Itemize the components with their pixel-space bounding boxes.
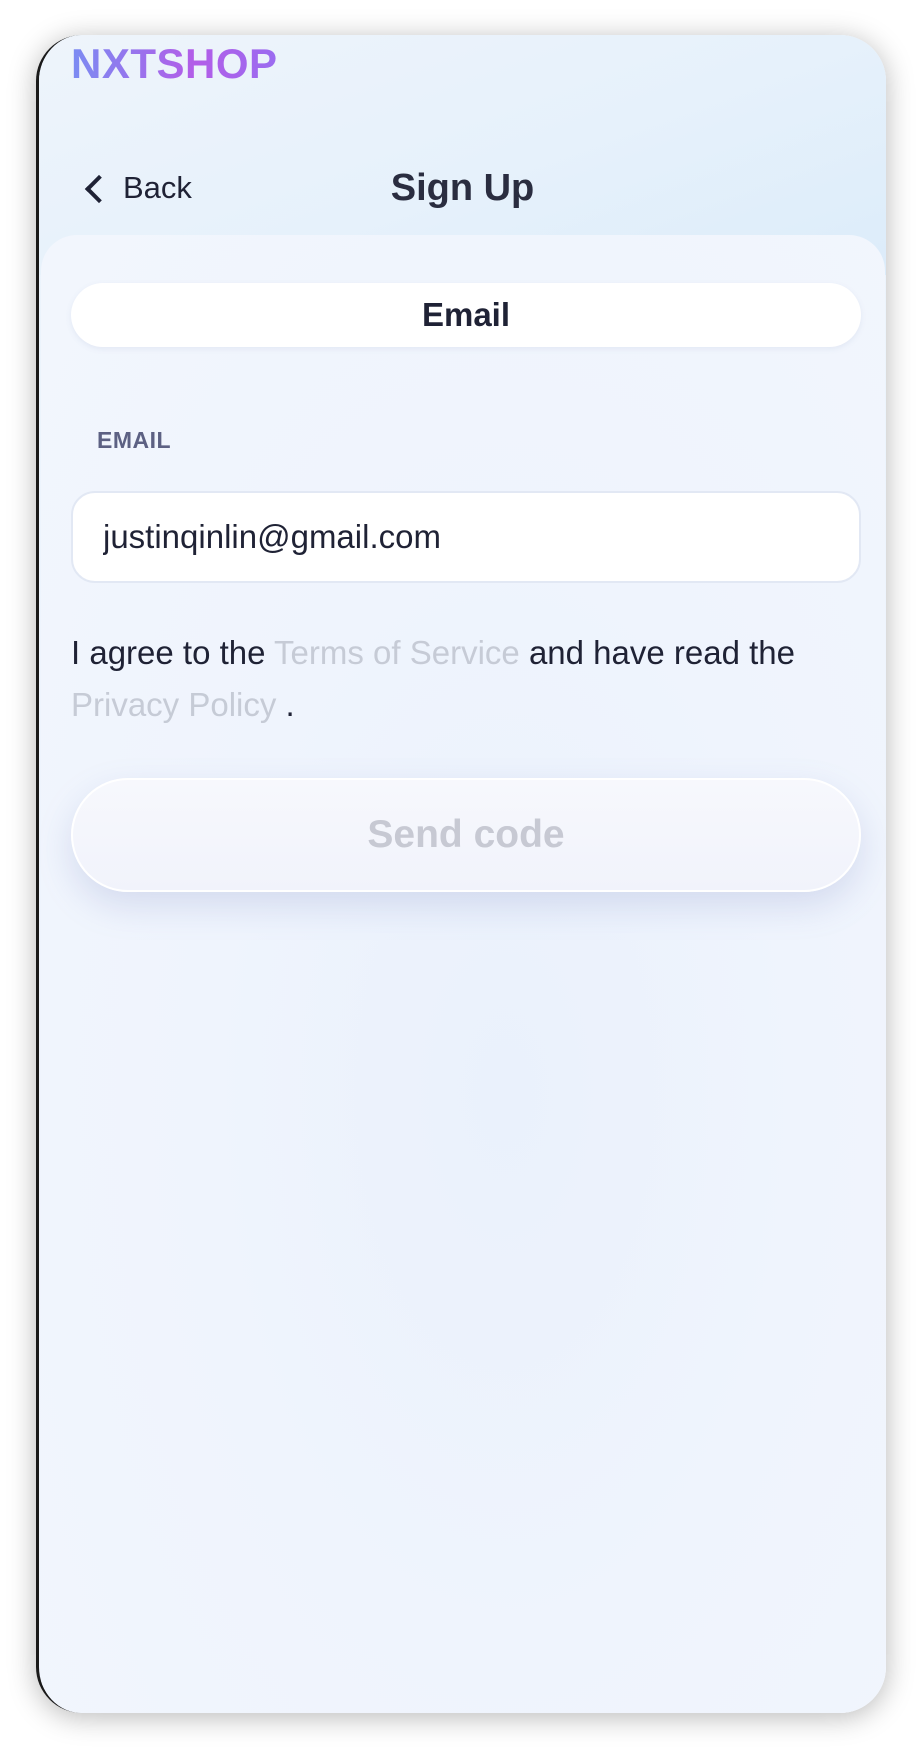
privacy-policy-link[interactable]: Privacy Policy: [71, 686, 276, 723]
back-label: Back: [123, 170, 192, 205]
signup-sheet: Email EMAIL I agree to the Terms of Serv…: [41, 235, 885, 1713]
back-button[interactable]: Back: [83, 163, 192, 213]
email-field[interactable]: [71, 491, 861, 583]
email-field-label: EMAIL: [97, 427, 172, 453]
agreement-middle: and have read the: [519, 634, 795, 671]
agreement-text: I agree to the Terms of Service and have…: [71, 627, 871, 731]
phone-screen: NXTSHOP Sign Up Back Email EMAIL I agree…: [36, 35, 886, 1713]
tab-email[interactable]: Email: [71, 283, 861, 347]
agreement-prefix: I agree to the: [71, 634, 275, 671]
terms-of-service-link[interactable]: Terms of Service: [274, 634, 520, 671]
chevron-left-icon: [84, 174, 114, 203]
app-logo: NXTSHOP: [71, 37, 278, 91]
send-code-button[interactable]: Send code: [71, 778, 861, 892]
agreement-suffix: .: [276, 686, 295, 723]
